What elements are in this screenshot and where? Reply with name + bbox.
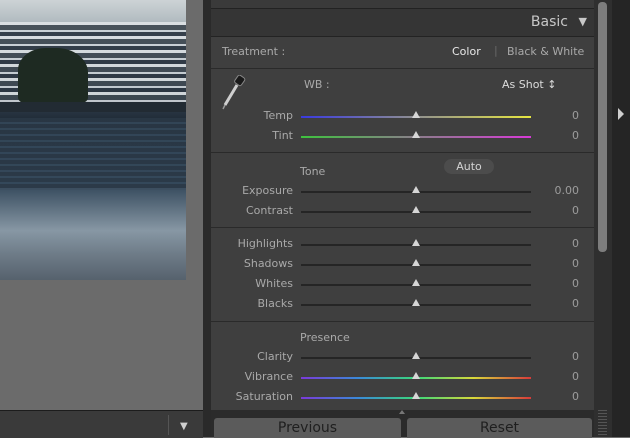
bottom-button-bar: Previous Reset xyxy=(211,410,594,438)
blacks-slider-thumb[interactable] xyxy=(412,299,420,306)
reset-button[interactable]: Reset xyxy=(407,418,592,438)
scrollbar-thumb[interactable] xyxy=(598,2,607,252)
treatment-row: Treatment : Color | Black & White xyxy=(211,37,594,69)
panel-gutter xyxy=(203,0,211,437)
auto-tone-button[interactable]: Auto xyxy=(444,159,494,174)
photo-reflection xyxy=(0,118,186,188)
saturation-slider[interactable] xyxy=(301,392,531,399)
previous-button[interactable]: Previous xyxy=(214,418,401,438)
whites-value[interactable]: 0 xyxy=(539,277,579,290)
exposure-label: Exposure xyxy=(242,184,293,197)
tone-section: Tone Auto Exposure 0.00 Contrast 0 xyxy=(211,153,594,228)
shadows-slider-thumb[interactable] xyxy=(412,259,420,266)
panel-resize-marker xyxy=(399,410,405,414)
right-edge-strip xyxy=(612,0,630,437)
shadows-slider[interactable] xyxy=(301,259,531,266)
wb-label: WB : xyxy=(304,78,330,91)
tint-slider-thumb[interactable] xyxy=(412,131,420,138)
panel-scrollbar[interactable] xyxy=(594,0,612,437)
highlights-slider-thumb[interactable] xyxy=(412,239,420,246)
saturation-label: Saturation xyxy=(235,390,293,403)
highlights-slider[interactable] xyxy=(301,239,531,246)
vibrance-label: Vibrance xyxy=(244,370,293,383)
temp-value[interactable]: 0 xyxy=(539,109,579,122)
tint-value[interactable]: 0 xyxy=(539,129,579,142)
whites-slider[interactable] xyxy=(301,279,531,286)
white-balance-section: WB : As Shot ↕ Temp 0 Tint 0 xyxy=(211,69,594,153)
wb-select[interactable]: As Shot ↕ xyxy=(502,78,556,91)
panel-title: Basic xyxy=(530,14,568,30)
photo-preview[interactable] xyxy=(0,0,186,280)
temp-label: Temp xyxy=(263,109,293,122)
chevron-down-icon[interactable]: ▼ xyxy=(180,421,188,432)
clarity-label: Clarity xyxy=(257,350,293,363)
shadows-label: Shadows xyxy=(243,257,293,270)
presence-section: Presence Clarity 0 Vibrance 0 Saturation 0 xyxy=(211,322,594,410)
contrast-label: Contrast xyxy=(245,204,293,217)
saturation-value[interactable]: 0 xyxy=(539,390,579,403)
collapse-triangle-icon[interactable]: ▼ xyxy=(579,15,587,28)
treatment-divider: | xyxy=(494,44,498,57)
treatment-label: Treatment : xyxy=(222,45,286,58)
contrast-slider[interactable] xyxy=(301,206,531,213)
exposure-value[interactable]: 0.00 xyxy=(539,184,580,197)
blacks-value[interactable]: 0 xyxy=(539,297,579,310)
treatment-color-option[interactable]: Color xyxy=(452,45,481,58)
presence-label: Presence xyxy=(300,331,350,344)
contrast-slider-thumb[interactable] xyxy=(412,206,420,213)
scrollbar-grip[interactable] xyxy=(598,410,607,436)
exposure-slider[interactable] xyxy=(301,186,531,193)
vibrance-value[interactable]: 0 xyxy=(539,370,579,383)
filmstrip-divider xyxy=(168,415,169,435)
whites-slider-thumb[interactable] xyxy=(412,279,420,286)
temp-slider[interactable] xyxy=(301,111,531,118)
photo-sky-reflection xyxy=(0,190,186,280)
expand-panel-arrow-icon[interactable] xyxy=(618,108,624,120)
clarity-value[interactable]: 0 xyxy=(539,350,579,363)
filmstrip-bar: ▼ xyxy=(0,410,203,438)
whites-label: Whites xyxy=(255,277,293,290)
panel-top-strip xyxy=(211,0,594,9)
tint-label: Tint xyxy=(272,129,293,142)
exposure-slider-thumb[interactable] xyxy=(412,186,420,193)
photo-tree xyxy=(18,48,88,103)
vibrance-slider[interactable] xyxy=(301,372,531,379)
contrast-value[interactable]: 0 xyxy=(539,204,579,217)
tint-slider[interactable] xyxy=(301,131,531,138)
saturation-slider-thumb[interactable] xyxy=(412,392,420,399)
shadows-value[interactable]: 0 xyxy=(539,257,579,270)
photo-canvas[interactable] xyxy=(0,0,203,410)
tone-label: Tone xyxy=(300,165,326,178)
clarity-slider[interactable] xyxy=(301,352,531,359)
highlights-value[interactable]: 0 xyxy=(539,237,579,250)
blacks-label: Blacks xyxy=(257,297,294,310)
vibrance-slider-thumb[interactable] xyxy=(412,372,420,379)
highlights-label: Highlights xyxy=(237,237,293,250)
basic-panel-header[interactable]: Basic ▼ xyxy=(211,9,594,37)
treatment-bw-option[interactable]: Black & White xyxy=(507,45,584,58)
temp-slider-thumb[interactable] xyxy=(412,111,420,118)
develop-panel: Basic ▼ Treatment : Color | Black & Whit… xyxy=(211,0,594,410)
tone-detail-section: Highlights 0 Shadows 0 Whites 0 Blacks 0 xyxy=(211,228,594,322)
clarity-slider-thumb[interactable] xyxy=(412,352,420,359)
blacks-slider[interactable] xyxy=(301,299,531,306)
photo-shore xyxy=(0,102,186,112)
